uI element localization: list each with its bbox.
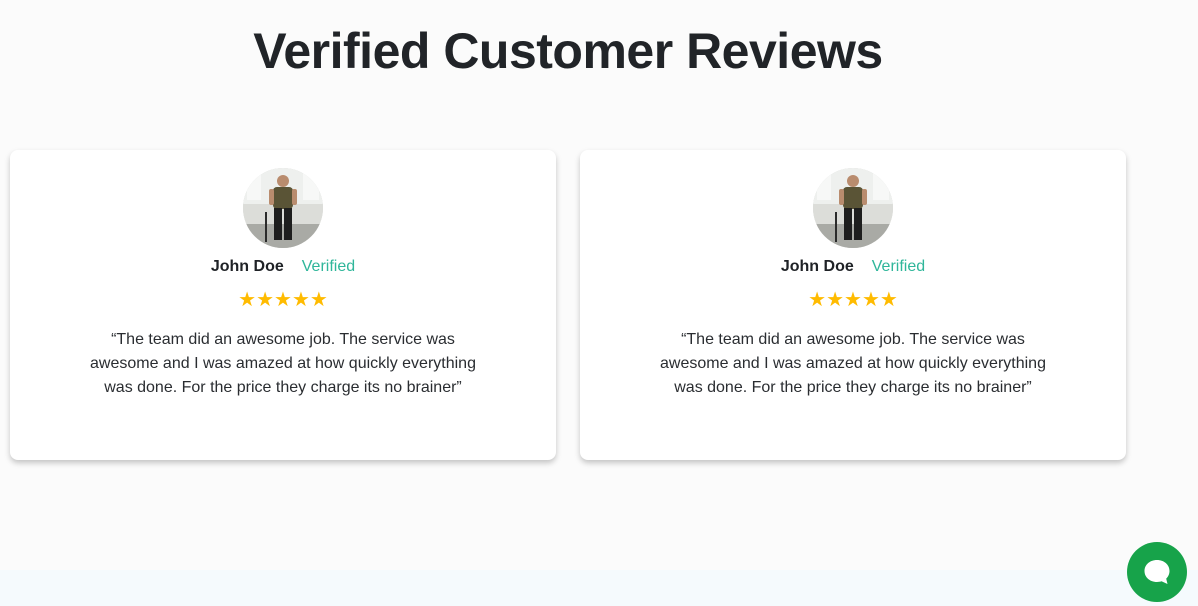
reviews-page: Verified Customer Reviews John Doe Verifi… — [0, 0, 1198, 606]
footer-band — [0, 570, 1198, 606]
verified-badge: Verified — [871, 258, 926, 275]
reviewer-row: John Doe Verified — [10, 258, 556, 276]
chat-button[interactable] — [1127, 542, 1187, 602]
review-card: John Doe Verified ★★★★★ “The team did an … — [10, 150, 556, 460]
review-text: “The team did an awesome job. The servic… — [660, 331, 1046, 396]
reviewer-name: John Doe — [780, 258, 854, 275]
page-title: Verified Customer Reviews — [253, 23, 883, 79]
reviewer-row: John Doe Verified — [580, 258, 1126, 276]
reviewer-name: John Doe — [210, 258, 284, 275]
star-rating: ★★★★★ — [238, 289, 328, 311]
avatar — [813, 168, 893, 248]
review-text: “The team did an awesome job. The servic… — [90, 331, 476, 396]
review-card: John Doe Verified ★★★★★ “The team did an … — [580, 150, 1126, 460]
verified-badge: Verified — [301, 258, 356, 275]
chat-bubble-icon — [1144, 560, 1170, 584]
avatar — [243, 168, 323, 248]
star-rating: ★★★★★ — [808, 289, 898, 311]
